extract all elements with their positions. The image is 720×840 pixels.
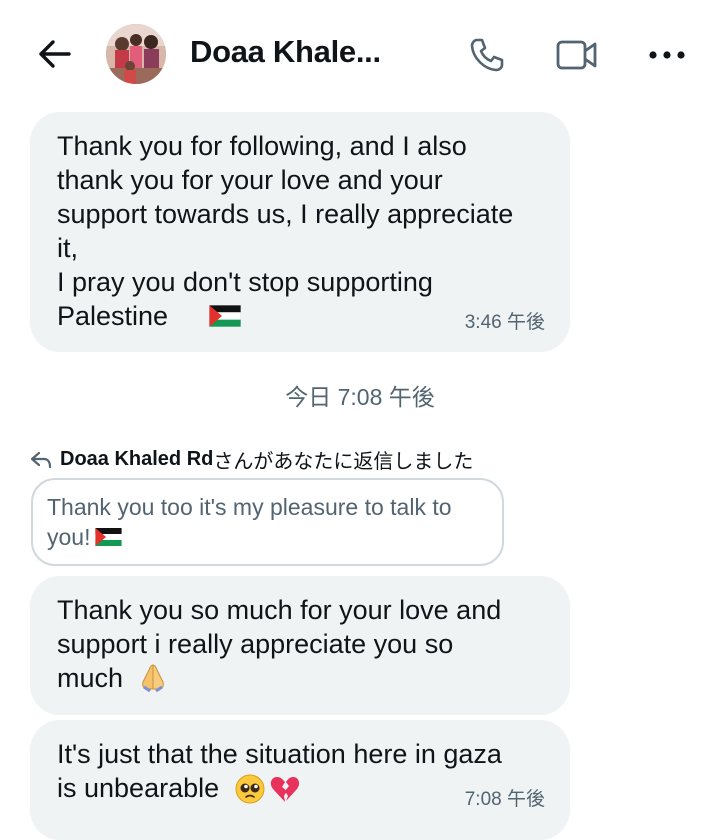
arrow-left-icon [39, 40, 71, 68]
palestine-flag-icon [209, 305, 241, 327]
date-divider: 今日 7:08 午後 [285, 384, 435, 410]
message-text: Thank you for following, and I also than… [57, 131, 514, 331]
phone-icon [470, 38, 504, 72]
call-button[interactable] [466, 34, 508, 76]
back-button[interactable] [30, 30, 78, 78]
reply-suffix: さんがあなたに返信しました [213, 451, 474, 473]
reply-context: Doaa Khaled Rd さんがあなたに返信しました [30, 445, 473, 474]
message-bubble[interactable]: Thank you so much for your love and supp… [30, 576, 570, 715]
avatar[interactable] [106, 24, 166, 84]
reply-author: Doaa Khaled Rd [60, 448, 214, 470]
more-button[interactable] [646, 34, 688, 76]
message-timestamp: 3:46 午後 [464, 312, 545, 333]
conversation-header: Doaa Khale... [0, 0, 720, 104]
message-bubble[interactable]: It's just that the situation here in gaz… [30, 720, 570, 840]
reply-icon [30, 451, 52, 468]
message-bubble[interactable]: Thank you for following, and I also than… [30, 112, 570, 352]
more-dots-icon [649, 51, 685, 59]
quoted-message[interactable]: Thank you too it's my pleasure to talk t… [31, 478, 504, 566]
video-call-button[interactable] [556, 34, 598, 76]
message-timestamp: 7:08 午後 [464, 789, 545, 810]
video-camera-icon [556, 40, 597, 70]
avatar-photo [106, 24, 166, 84]
conversation-title[interactable]: Doaa Khale... [190, 34, 381, 70]
palestine-flag-icon [95, 528, 122, 546]
pleading-face-icon [235, 774, 265, 804]
broken-heart-icon [270, 777, 300, 802]
folded-hands-icon [142, 664, 164, 692]
message-text: Thank you so much for your love and supp… [57, 595, 502, 693]
